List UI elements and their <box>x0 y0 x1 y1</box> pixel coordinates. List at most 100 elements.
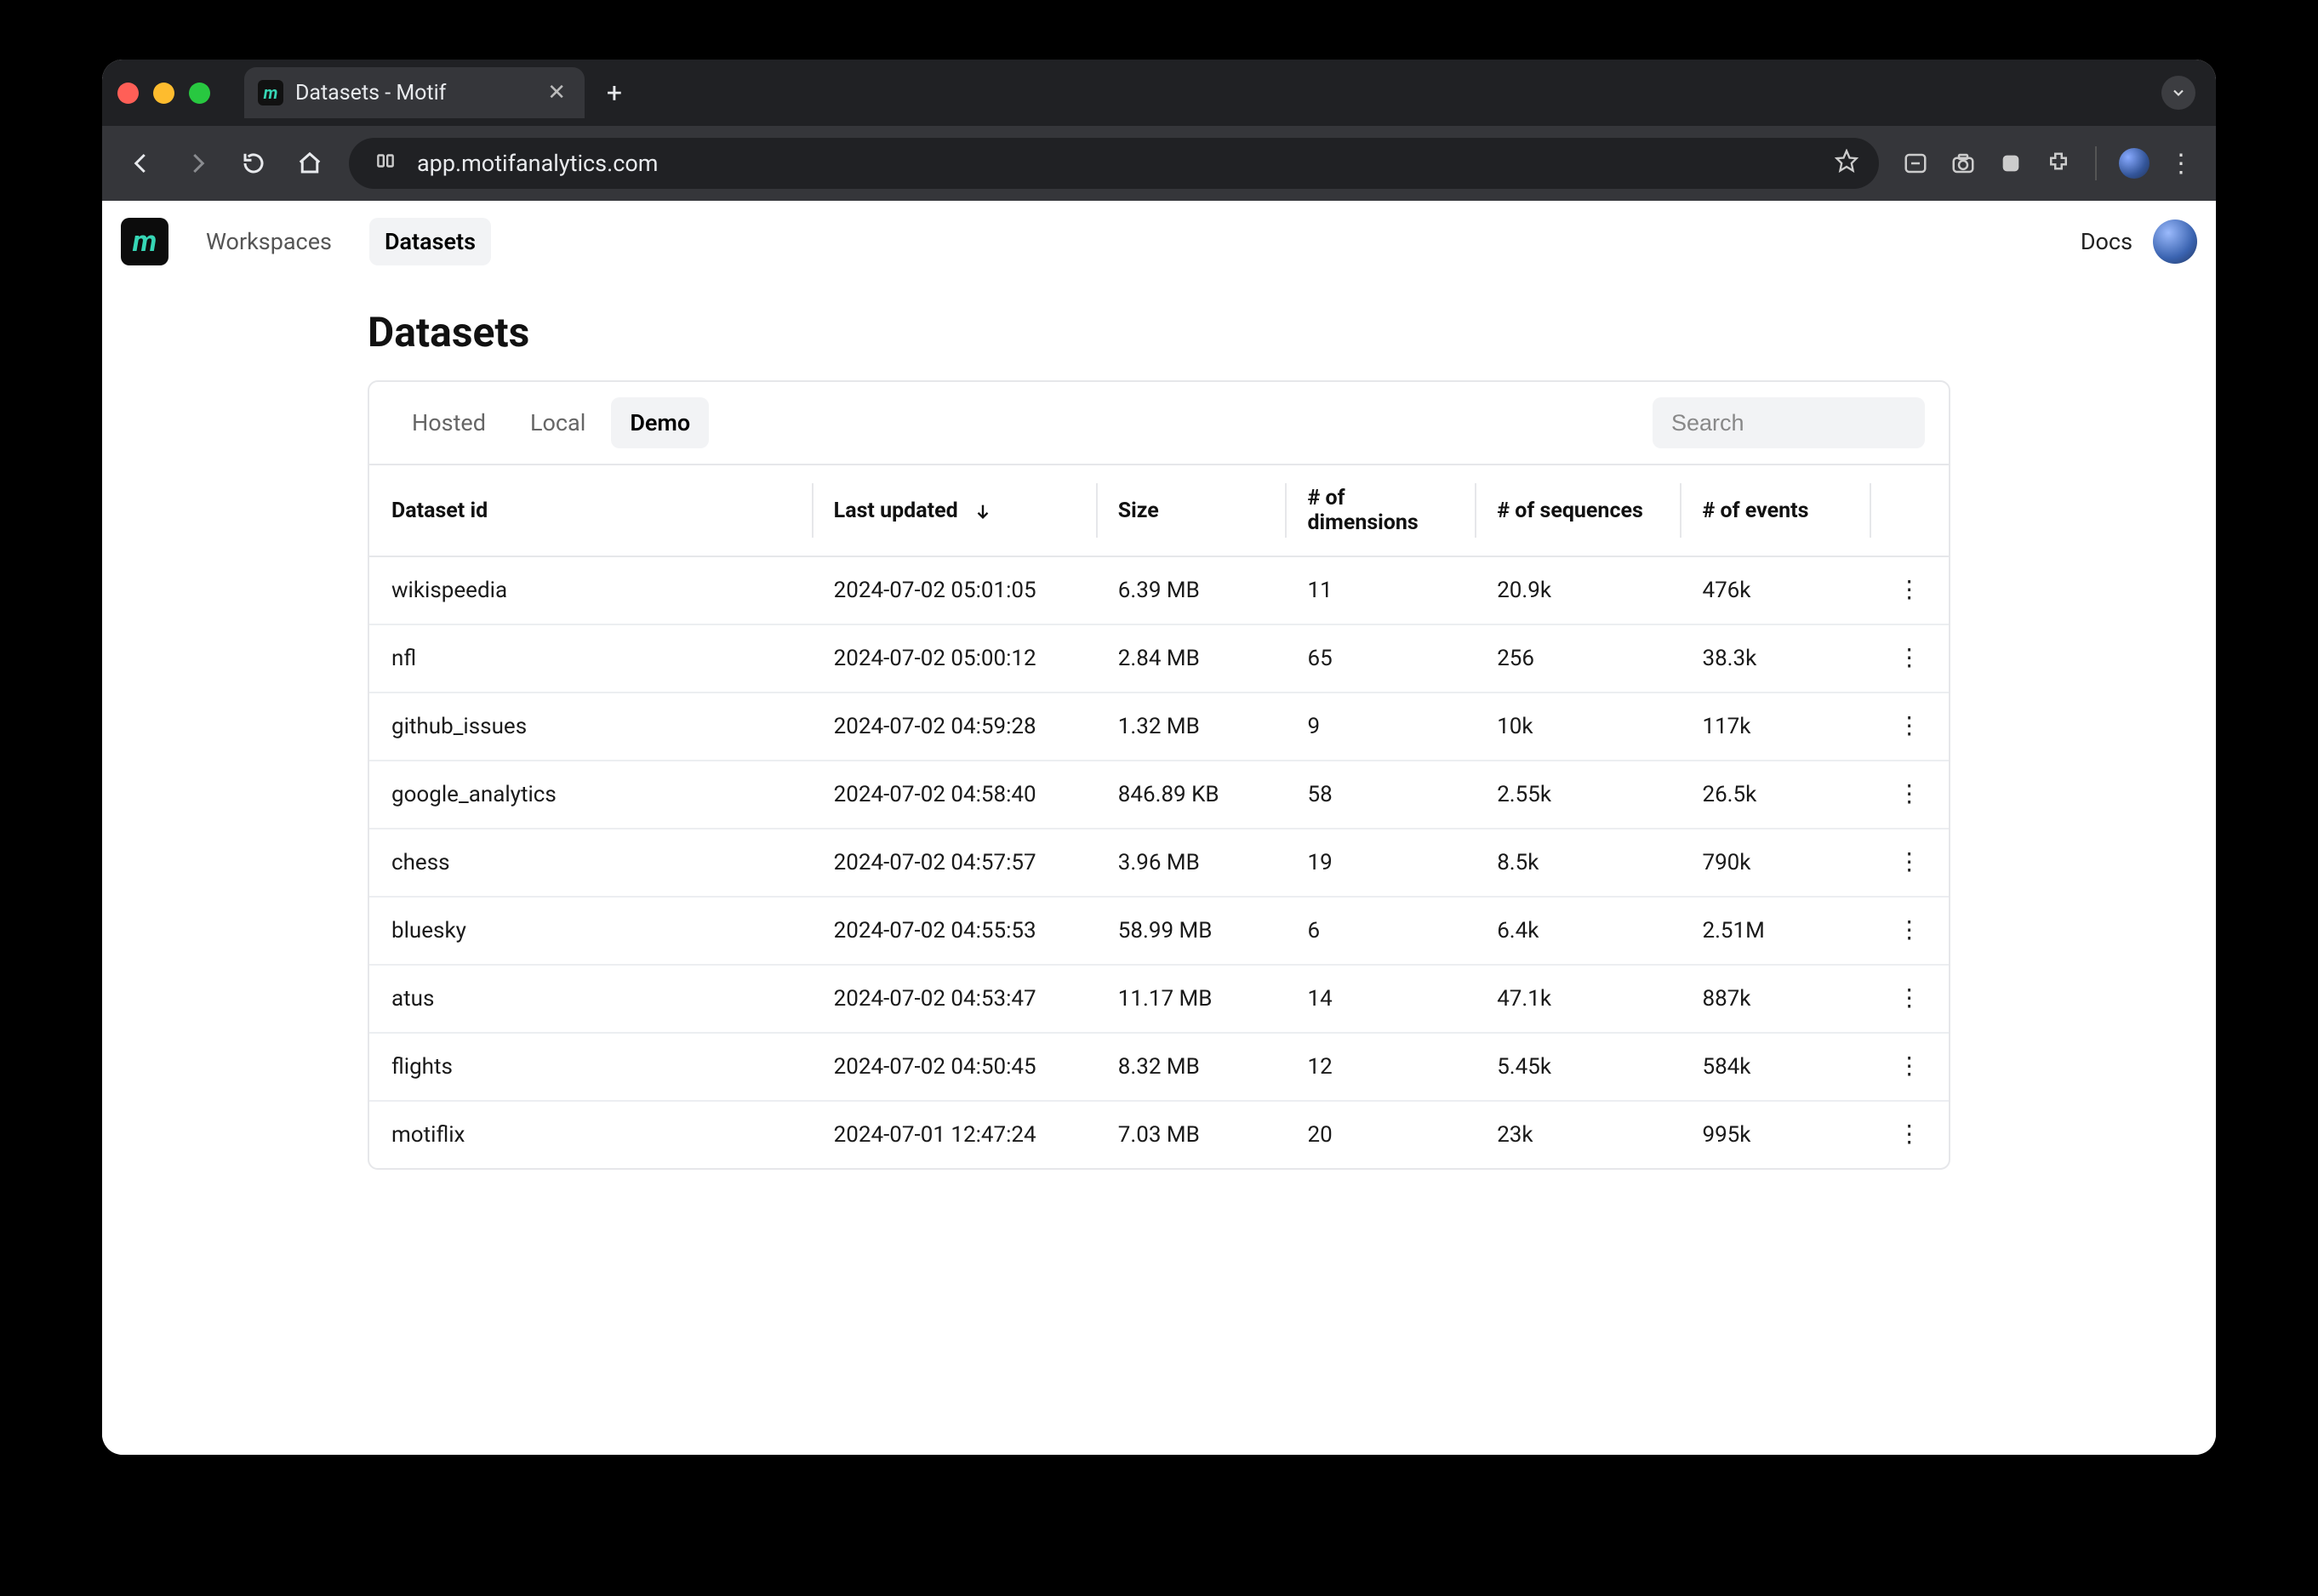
table-row[interactable]: google_analytics2024-07-02 04:58:40846.8… <box>369 761 1949 829</box>
cell-sequences: 256 <box>1475 624 1680 693</box>
table-row[interactable]: flights2024-07-02 04:50:458.32 MB125.45k… <box>369 1033 1949 1101</box>
col-header-events[interactable]: # of events <box>1680 465 1870 556</box>
profile-avatar-icon[interactable] <box>2119 148 2150 179</box>
row-menu-button[interactable]: ⋮ <box>1898 711 1921 739</box>
cell-size: 8.32 MB <box>1096 1033 1286 1101</box>
row-menu-button[interactable]: ⋮ <box>1898 575 1921 603</box>
cell-actions: ⋮ <box>1870 1033 1949 1101</box>
cell-dimensions: 14 <box>1285 965 1475 1033</box>
cell-events: 887k <box>1680 965 1870 1033</box>
col-header-size[interactable]: Size <box>1096 465 1286 556</box>
sort-desc-icon <box>973 502 992 521</box>
browser-menu-button[interactable]: ⋮ <box>2168 149 2194 179</box>
cell-dimensions: 20 <box>1285 1101 1475 1168</box>
cell-id: motiflix <box>369 1101 812 1168</box>
search-input[interactable] <box>1653 397 1925 448</box>
row-menu-button[interactable]: ⋮ <box>1898 779 1921 807</box>
table-row[interactable]: github_issues2024-07-02 04:59:281.32 MB9… <box>369 693 1949 761</box>
cell-sequences: 8.5k <box>1475 829 1680 897</box>
cell-dimensions: 19 <box>1285 829 1475 897</box>
tabstrip-overflow-button[interactable] <box>2161 76 2195 110</box>
docs-link[interactable]: Docs <box>2081 228 2132 255</box>
cell-events: 790k <box>1680 829 1870 897</box>
nav-workspaces[interactable]: Workspaces <box>191 218 347 265</box>
extensions-icon[interactable] <box>2044 149 2073 178</box>
traffic-lights <box>117 83 210 104</box>
ext-camera-icon[interactable] <box>1949 149 1978 178</box>
cell-actions: ⋮ <box>1870 693 1949 761</box>
cell-events: 38.3k <box>1680 624 1870 693</box>
nav-back-button[interactable] <box>124 146 158 180</box>
tab-favicon-icon: m <box>258 80 283 105</box>
row-menu-button[interactable]: ⋮ <box>1898 643 1921 671</box>
cell-actions: ⋮ <box>1870 761 1949 829</box>
app-header: m Workspaces Datasets Docs <box>102 201 2216 282</box>
cell-size: 1.32 MB <box>1096 693 1286 761</box>
tab-hosted[interactable]: Hosted <box>393 397 505 448</box>
cell-sequences: 20.9k <box>1475 556 1680 624</box>
cell-sequences: 23k <box>1475 1101 1680 1168</box>
row-menu-button[interactable]: ⋮ <box>1898 1120 1921 1148</box>
col-header-id[interactable]: Dataset id <box>369 465 812 556</box>
ext-translate-icon[interactable] <box>1901 149 1930 178</box>
cell-updated: 2024-07-02 05:01:05 <box>812 556 1096 624</box>
row-menu-button[interactable]: ⋮ <box>1898 983 1921 1012</box>
address-url: app.motifanalytics.com <box>417 150 658 177</box>
tab-close-icon[interactable]: ✕ <box>547 80 566 105</box>
table-row[interactable]: bluesky2024-07-02 04:55:5358.99 MB66.4k2… <box>369 897 1949 965</box>
cell-events: 26.5k <box>1680 761 1870 829</box>
table-row[interactable]: wikispeedia2024-07-02 05:01:056.39 MB112… <box>369 556 1949 624</box>
cell-events: 584k <box>1680 1033 1870 1101</box>
row-menu-button[interactable]: ⋮ <box>1898 1052 1921 1080</box>
site-permissions-icon[interactable] <box>369 150 402 177</box>
cell-actions: ⋮ <box>1870 556 1949 624</box>
table-row[interactable]: atus2024-07-02 04:53:4711.17 MB1447.1k88… <box>369 965 1949 1033</box>
table-header-row: Dataset id Last updated Size # of dimens… <box>369 465 1949 556</box>
window-minimize-button[interactable] <box>153 83 174 104</box>
app-logo-icon[interactable]: m <box>121 218 168 265</box>
app-root: m Workspaces Datasets Docs Datasets Host… <box>102 201 2216 1455</box>
row-menu-button[interactable]: ⋮ <box>1898 847 1921 875</box>
new-tab-button[interactable]: + <box>600 78 629 107</box>
nav-reload-button[interactable] <box>237 146 271 180</box>
cell-id: wikispeedia <box>369 556 812 624</box>
table-row[interactable]: nfl2024-07-02 05:00:122.84 MB6525638.3k⋮ <box>369 624 1949 693</box>
user-avatar-icon[interactable] <box>2153 219 2197 264</box>
ext-generic-icon[interactable] <box>1996 149 2025 178</box>
nav-home-button[interactable] <box>293 146 327 180</box>
cell-updated: 2024-07-02 04:50:45 <box>812 1033 1096 1101</box>
browser-tab[interactable]: m Datasets - Motif ✕ <box>244 67 585 118</box>
cell-events: 995k <box>1680 1101 1870 1168</box>
row-menu-button[interactable]: ⋮ <box>1898 915 1921 943</box>
address-bar[interactable]: app.motifanalytics.com <box>349 138 1879 189</box>
cell-dimensions: 11 <box>1285 556 1475 624</box>
cell-size: 11.17 MB <box>1096 965 1286 1033</box>
nav-forward-button[interactable] <box>180 146 214 180</box>
nav-datasets[interactable]: Datasets <box>369 218 491 265</box>
cell-id: atus <box>369 965 812 1033</box>
col-header-sequences[interactable]: # of sequences <box>1475 465 1680 556</box>
tab-demo[interactable]: Demo <box>611 397 709 448</box>
toolbar-separator <box>2095 146 2097 180</box>
datasets-table: Dataset id Last updated Size # of dimens… <box>369 464 1949 1168</box>
table-row[interactable]: motiflix2024-07-01 12:47:247.03 MB2023k9… <box>369 1101 1949 1168</box>
bookmark-star-icon[interactable] <box>1835 149 1858 179</box>
cell-size: 2.84 MB <box>1096 624 1286 693</box>
cell-id: bluesky <box>369 897 812 965</box>
browser-toolbar: app.motifanalytics.com ⋮ <box>102 126 2216 201</box>
tab-local[interactable]: Local <box>511 397 604 448</box>
cell-actions: ⋮ <box>1870 624 1949 693</box>
window-fullscreen-button[interactable] <box>189 83 210 104</box>
cell-id: github_issues <box>369 693 812 761</box>
cell-id: flights <box>369 1033 812 1101</box>
window-close-button[interactable] <box>117 83 139 104</box>
table-row[interactable]: chess2024-07-02 04:57:573.96 MB198.5k790… <box>369 829 1949 897</box>
cell-size: 7.03 MB <box>1096 1101 1286 1168</box>
cell-id: nfl <box>369 624 812 693</box>
col-header-dimensions[interactable]: # of dimensions <box>1285 465 1475 556</box>
cell-actions: ⋮ <box>1870 897 1949 965</box>
cell-dimensions: 9 <box>1285 693 1475 761</box>
col-header-updated[interactable]: Last updated <box>812 465 1096 556</box>
cell-sequences: 6.4k <box>1475 897 1680 965</box>
cell-actions: ⋮ <box>1870 965 1949 1033</box>
